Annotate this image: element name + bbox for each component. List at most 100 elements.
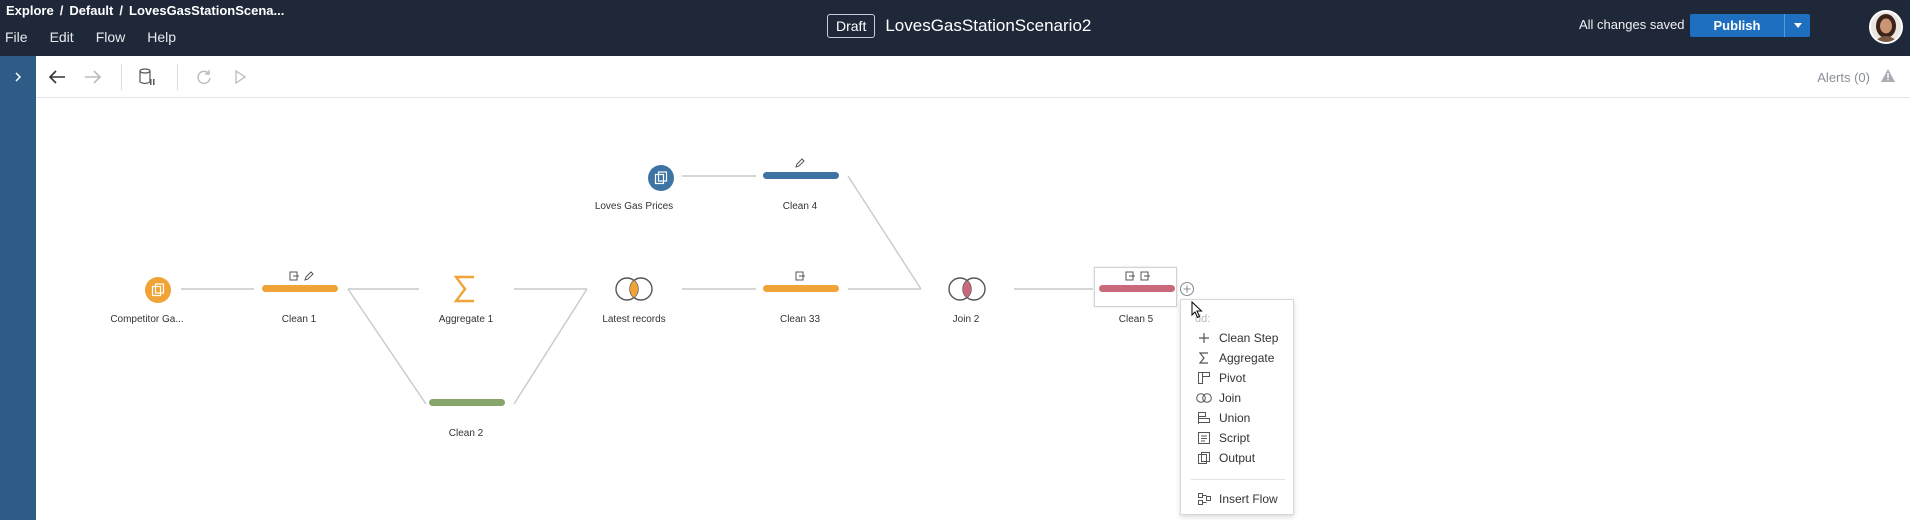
clean1-step-icons [289,271,314,281]
menu-help[interactable]: Help [147,29,176,45]
undo-button[interactable] [45,65,69,89]
user-avatar-icon [1871,12,1901,42]
join-venn-icon [615,277,653,301]
plus-icon [1194,333,1214,343]
join-node-join2[interactable] [947,276,987,307]
redo-button[interactable] [81,65,105,89]
node-label-clean5[interactable]: Clean 5 [1119,314,1153,325]
menu-item-label: Aggregate [1219,351,1275,365]
pause-data-icon [139,68,155,85]
pause-updates-button[interactable] [135,65,159,89]
top-bar: Explore / Default / LovesGasStationScena... … [0,0,1910,56]
input-data-icon [151,283,165,297]
input-node-competitor[interactable] [145,277,171,303]
join-venn-icon [948,277,986,301]
clean-step-node-clean1[interactable] [262,285,338,292]
expand-panel-button[interactable] [0,56,36,98]
node-label-join2[interactable]: Join 2 [953,314,980,325]
alerts-label[interactable]: Alerts (0) [1817,70,1870,85]
menu-item-output[interactable]: Output [1181,448,1293,468]
node-label-clean1[interactable]: Clean 1 [282,314,316,325]
flow-canvas[interactable]: Competitor Ga... Clean 1 Aggregate 1 Cle… [36,99,1910,520]
edit-pencil-icon [304,271,314,281]
clean4-step-icons [795,158,805,168]
menu-item-join[interactable]: Join [1181,388,1293,408]
change-log-icon [289,271,299,281]
arrow-left-icon [48,70,65,84]
change-log-icon [1140,271,1150,281]
breadcrumb: Explore / Default / LovesGasStationScena... [6,3,284,18]
node-label-loves[interactable]: Loves Gas Prices [595,201,673,212]
script-icon [1194,432,1214,444]
title-area: Draft LovesGasStationScenario2 [827,14,1091,38]
chevron-right-icon [15,72,22,82]
avatar[interactable] [1869,10,1903,44]
warning-icon [1881,69,1895,82]
union-icon [1194,412,1214,424]
toolbar-divider [121,64,122,90]
clean-step-node-clean5[interactable] [1099,285,1175,292]
edit-pencil-icon [795,158,805,168]
arrow-right-icon [85,70,102,84]
left-rail [0,56,36,520]
menu-item-label: Pivot [1219,371,1246,385]
aggregate-node[interactable] [453,274,477,309]
node-label-aggregate1[interactable]: Aggregate 1 [439,314,494,325]
mouse-cursor-icon [1191,300,1203,324]
draft-badge: Draft [827,14,876,38]
toolbar: Alerts (0) [36,56,1910,98]
node-label-competitor[interactable]: Competitor Ga... [110,314,183,325]
sigma-icon [1194,352,1214,364]
join-node-latest[interactable] [614,276,654,307]
alerts-button[interactable] [1880,68,1896,88]
insert-flow-icon [1194,493,1214,505]
menu-edit[interactable]: Edit [50,29,74,45]
node-label-clean2[interactable]: Clean 2 [449,428,483,439]
input-data-icon [654,171,668,185]
clean-step-node-clean33[interactable] [763,285,839,292]
menu-item-script[interactable]: Script [1181,428,1293,448]
menu-item-aggregate[interactable]: Aggregate [1181,348,1293,368]
menu-item-union[interactable]: Union [1181,408,1293,428]
join-icon [1194,393,1214,403]
breadcrumb-flow[interactable]: LovesGasStationScena... [129,3,284,18]
menu-item-label: Output [1219,451,1256,465]
publish-button-group: Publish [1690,14,1810,37]
node-label-latest[interactable]: Latest records [602,314,665,325]
save-status: All changes saved [1579,17,1685,32]
clean-step-node-clean4[interactable] [763,172,839,179]
input-node-loves[interactable] [648,165,674,191]
node-label-clean4[interactable]: Clean 4 [783,201,817,212]
menu-item-pivot[interactable]: Pivot [1181,368,1293,388]
change-log-icon [1125,271,1135,281]
sigma-icon [453,275,474,303]
menu-item-label: Union [1219,411,1251,425]
flow-connectors [181,175,1093,405]
clean-step-node-clean2[interactable] [429,399,505,406]
node-label-clean33[interactable]: Clean 33 [780,314,820,325]
breadcrumb-explore[interactable]: Explore [6,3,54,18]
menu-item-label: Join [1219,391,1242,405]
breadcrumb-separator: / [59,3,64,18]
breadcrumb-default[interactable]: Default [69,3,113,18]
connector-clean2-latest [513,288,588,405]
refresh-button[interactable] [192,65,216,89]
run-flow-button[interactable] [228,65,252,89]
change-log-icon [795,271,805,281]
menu-flow[interactable]: Flow [96,29,126,45]
menu-file[interactable]: File [5,29,28,45]
flow-title[interactable]: LovesGasStationScenario2 [885,16,1091,36]
plus-circle-icon [1179,281,1195,297]
menu-item-insert-flow[interactable]: Insert Flow [1181,489,1293,509]
publish-button[interactable]: Publish [1690,14,1784,37]
menu-item-clean-step[interactable]: Clean Step [1181,328,1293,348]
output-icon [1194,452,1214,464]
menu-item-label: Insert Flow [1219,492,1278,506]
connector-clean1-clean2 [347,288,427,405]
publish-dropdown-button[interactable] [1784,14,1810,37]
refresh-icon [197,70,211,84]
connector-clean4-join2 [847,175,922,290]
chevron-down-icon [1793,23,1802,28]
toolbar-divider [177,64,178,90]
play-icon [235,70,246,84]
